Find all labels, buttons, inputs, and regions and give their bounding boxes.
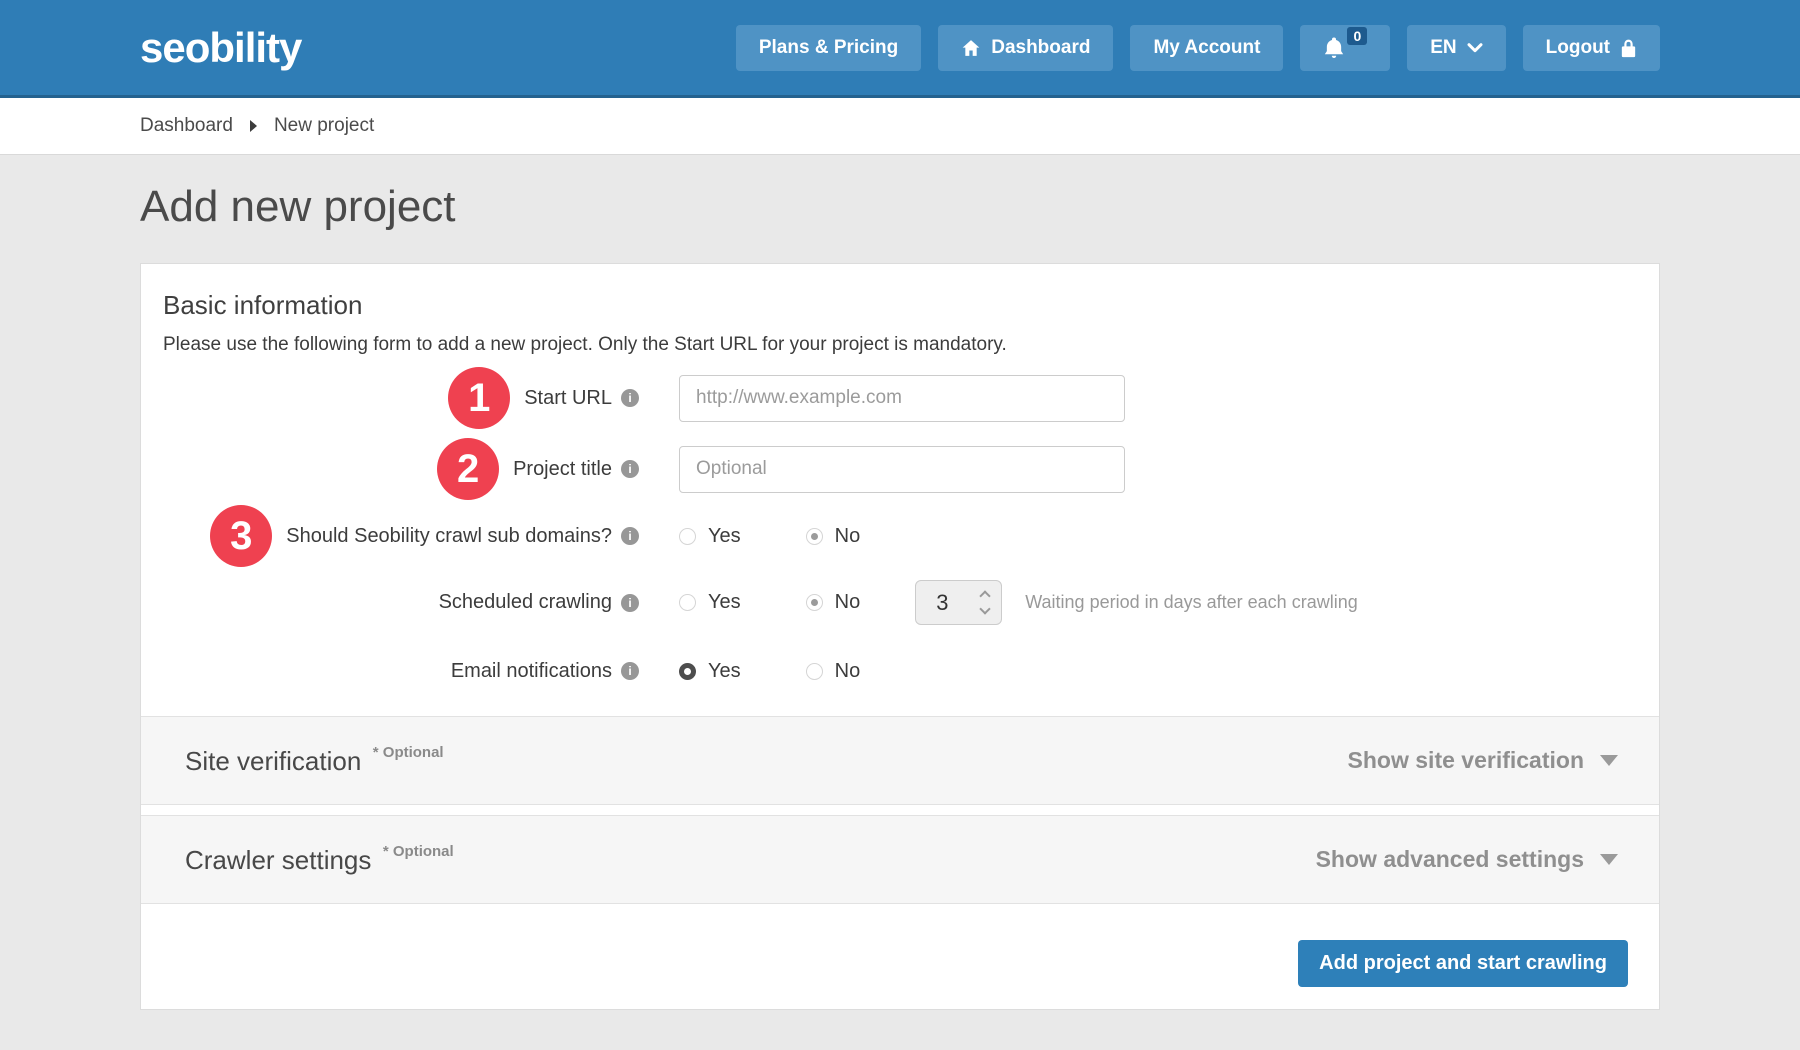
scheduled-label-group: Scheduled crawling i	[163, 591, 639, 614]
email-yes-option[interactable]: Yes	[679, 660, 741, 683]
email-no-label: No	[835, 660, 861, 683]
home-icon	[961, 38, 981, 58]
basic-information-title: Basic information	[163, 288, 1637, 322]
stepper-down-icon[interactable]	[980, 603, 991, 614]
subdomains-row: 3 Should Seobility crawl sub domains? i …	[163, 516, 1637, 556]
breadcrumb-dashboard-link[interactable]: Dashboard	[140, 115, 233, 137]
email-radio-group: Yes No	[679, 660, 860, 683]
main-content: Add new project Basic information Please…	[0, 181, 1800, 1010]
start-url-label-group: 1 Start URL i	[163, 379, 639, 417]
breadcrumb: Dashboard New project	[0, 98, 1800, 155]
crawler-settings-optional-tag: * Optional	[383, 843, 454, 860]
add-project-button[interactable]: Add project and start crawling	[1298, 940, 1628, 987]
site-verification-optional-tag: * Optional	[373, 744, 444, 761]
subdomains-yes-label: Yes	[708, 525, 741, 548]
email-no-option[interactable]: No	[806, 660, 861, 683]
show-advanced-settings-toggle[interactable]: Show advanced settings	[1316, 846, 1618, 873]
scheduled-no-label: No	[835, 591, 861, 614]
subdomains-label-group: 3 Should Seobility crawl sub domains? i	[163, 517, 639, 555]
step-1-badge: 1	[448, 367, 510, 429]
start-url-label: Start URL	[524, 387, 612, 410]
show-site-verification-label: Show site verification	[1348, 747, 1584, 774]
stepper-up-icon[interactable]	[980, 590, 991, 601]
scheduled-no-radio[interactable]	[806, 594, 823, 611]
crawler-settings-section: Crawler settings * Optional Show advance…	[141, 815, 1659, 904]
header-nav: Plans & Pricing Dashboard My Account 0 E…	[736, 25, 1660, 71]
logout-button[interactable]: Logout	[1523, 25, 1660, 71]
crawler-settings-title: Crawler settings	[185, 845, 371, 875]
triangle-down-icon	[1600, 854, 1618, 865]
language-selector-button[interactable]: EN	[1407, 25, 1505, 71]
subdomains-info-icon[interactable]: i	[621, 527, 639, 545]
project-title-info-icon[interactable]: i	[621, 460, 639, 478]
language-label: EN	[1430, 37, 1456, 59]
show-site-verification-toggle[interactable]: Show site verification	[1348, 747, 1618, 774]
site-verification-section: Site verification * Optional Show site v…	[141, 716, 1659, 805]
project-title-label: Project title	[513, 458, 612, 481]
page-title: Add new project	[140, 181, 1660, 233]
subdomains-label: Should Seobility crawl sub domains?	[286, 525, 612, 548]
scheduled-yes-option[interactable]: Yes	[679, 591, 741, 614]
email-yes-radio[interactable]	[679, 663, 696, 680]
scheduled-crawling-row: Scheduled crawling i Yes No 3	[163, 580, 1637, 625]
stepper-arrows	[981, 589, 989, 616]
subdomains-yes-option[interactable]: Yes	[679, 525, 741, 548]
scheduled-radio-group: Yes No 3 Waiting period in days after ea…	[679, 580, 1358, 625]
email-notifications-info-icon[interactable]: i	[621, 662, 639, 680]
dashboard-button[interactable]: Dashboard	[938, 25, 1113, 71]
bell-icon	[1323, 36, 1345, 60]
email-no-radio[interactable]	[806, 663, 823, 680]
subdomains-no-radio[interactable]	[806, 528, 823, 545]
logout-label: Logout	[1546, 37, 1610, 59]
seobility-logo[interactable]: seobility	[140, 24, 301, 72]
start-url-control	[679, 375, 1125, 422]
email-notifications-row: Email notifications i Yes No	[163, 651, 1637, 691]
scheduled-yes-label: Yes	[708, 591, 741, 614]
start-url-row: 1 Start URL i	[163, 374, 1637, 422]
email-label-group: Email notifications i	[163, 660, 639, 683]
project-title-input[interactable]	[679, 446, 1125, 493]
email-yes-label: Yes	[708, 660, 741, 683]
lock-icon	[1620, 38, 1637, 58]
start-url-input[interactable]	[679, 375, 1125, 422]
step-3-badge: 3	[210, 505, 272, 567]
form-intro-text: Please use the following form to add a n…	[163, 334, 1637, 356]
triangle-down-icon	[1600, 755, 1618, 766]
waiting-period-value: 3	[936, 590, 948, 616]
crawler-settings-heading: Crawler settings * Optional	[185, 843, 454, 876]
show-advanced-settings-label: Show advanced settings	[1316, 846, 1584, 873]
notifications-button[interactable]: 0	[1300, 25, 1390, 71]
scheduled-crawling-label: Scheduled crawling	[439, 591, 612, 614]
scheduled-no-option[interactable]: No	[806, 591, 861, 614]
my-account-button[interactable]: My Account	[1130, 25, 1283, 71]
plans-pricing-button[interactable]: Plans & Pricing	[736, 25, 921, 71]
email-notifications-label: Email notifications	[451, 660, 612, 683]
breadcrumb-arrow-icon	[250, 120, 257, 132]
subdomains-yes-radio[interactable]	[679, 528, 696, 545]
start-url-info-icon[interactable]: i	[621, 389, 639, 407]
top-header: seobility Plans & Pricing Dashboard My A…	[0, 0, 1800, 98]
scheduled-crawling-info-icon[interactable]: i	[621, 594, 639, 612]
my-account-label: My Account	[1153, 37, 1260, 59]
card-footer: Add project and start crawling	[141, 904, 1659, 1009]
subdomains-no-option[interactable]: No	[806, 525, 861, 548]
plans-pricing-label: Plans & Pricing	[759, 37, 898, 59]
new-project-card: Basic information Please use the followi…	[140, 263, 1660, 1010]
notification-count-badge: 0	[1347, 27, 1367, 45]
subdomains-no-label: No	[835, 525, 861, 548]
waiting-period-stepper[interactable]: 3	[915, 580, 1002, 625]
chevron-down-icon	[1467, 42, 1483, 54]
project-title-control	[679, 446, 1125, 493]
breadcrumb-current: New project	[274, 115, 374, 137]
scheduled-yes-radio[interactable]	[679, 594, 696, 611]
dashboard-label: Dashboard	[991, 37, 1090, 59]
project-title-label-group: 2 Project title i	[163, 450, 639, 488]
site-verification-title: Site verification	[185, 746, 361, 776]
basic-information-section: Basic information Please use the followi…	[141, 264, 1659, 691]
step-2-badge: 2	[437, 438, 499, 500]
project-title-row: 2 Project title i	[163, 445, 1637, 493]
waiting-period-hint: Waiting period in days after each crawli…	[1025, 592, 1358, 613]
site-verification-heading: Site verification * Optional	[185, 744, 444, 777]
subdomains-radio-group: Yes No	[679, 525, 860, 548]
